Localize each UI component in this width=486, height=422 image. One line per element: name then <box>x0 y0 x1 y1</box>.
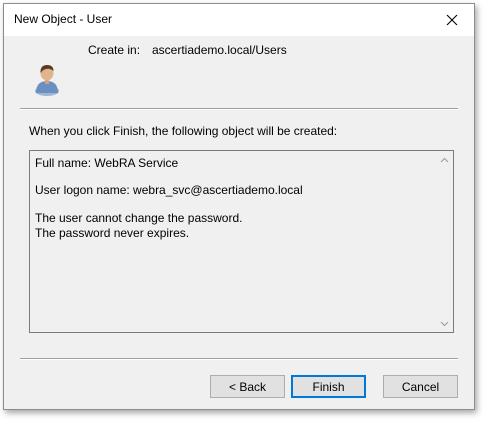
cancel-button[interactable]: Cancel <box>383 375 458 398</box>
description-text: When you click Finish, the following obj… <box>29 124 338 138</box>
summary-line-never-expires: The password never expires. <box>35 226 190 240</box>
summary-line-logon-name: User logon name: webra_svc@ascertiademo.… <box>35 183 303 197</box>
chevron-up-icon <box>440 157 449 162</box>
vertical-scrollbar[interactable] <box>436 151 453 332</box>
chevron-down-icon <box>440 321 449 326</box>
header-separator <box>20 108 458 110</box>
summary-textbox[interactable]: Full name: WebRA Service User logon name… <box>29 150 454 333</box>
user-icon <box>35 65 59 96</box>
summary-line-cannot-change: The user cannot change the password. <box>35 211 243 225</box>
back-button[interactable]: < Back <box>210 375 285 398</box>
close-icon <box>446 14 458 26</box>
create-in-label: Create in: <box>88 43 141 57</box>
create-in-value: ascertiademo.local/Users <box>152 43 287 57</box>
scroll-up-button[interactable] <box>436 151 453 168</box>
finish-button[interactable]: Finish <box>291 375 366 398</box>
new-object-user-dialog: New Object - User Create in: ascertiadem… <box>3 3 475 410</box>
close-button[interactable] <box>434 6 470 34</box>
title-bar: New Object - User <box>4 4 474 36</box>
window-title: New Object - User <box>14 12 113 26</box>
scroll-down-button[interactable] <box>436 315 453 332</box>
summary-line-full-name: Full name: WebRA Service <box>35 156 179 170</box>
footer-separator <box>20 358 458 360</box>
